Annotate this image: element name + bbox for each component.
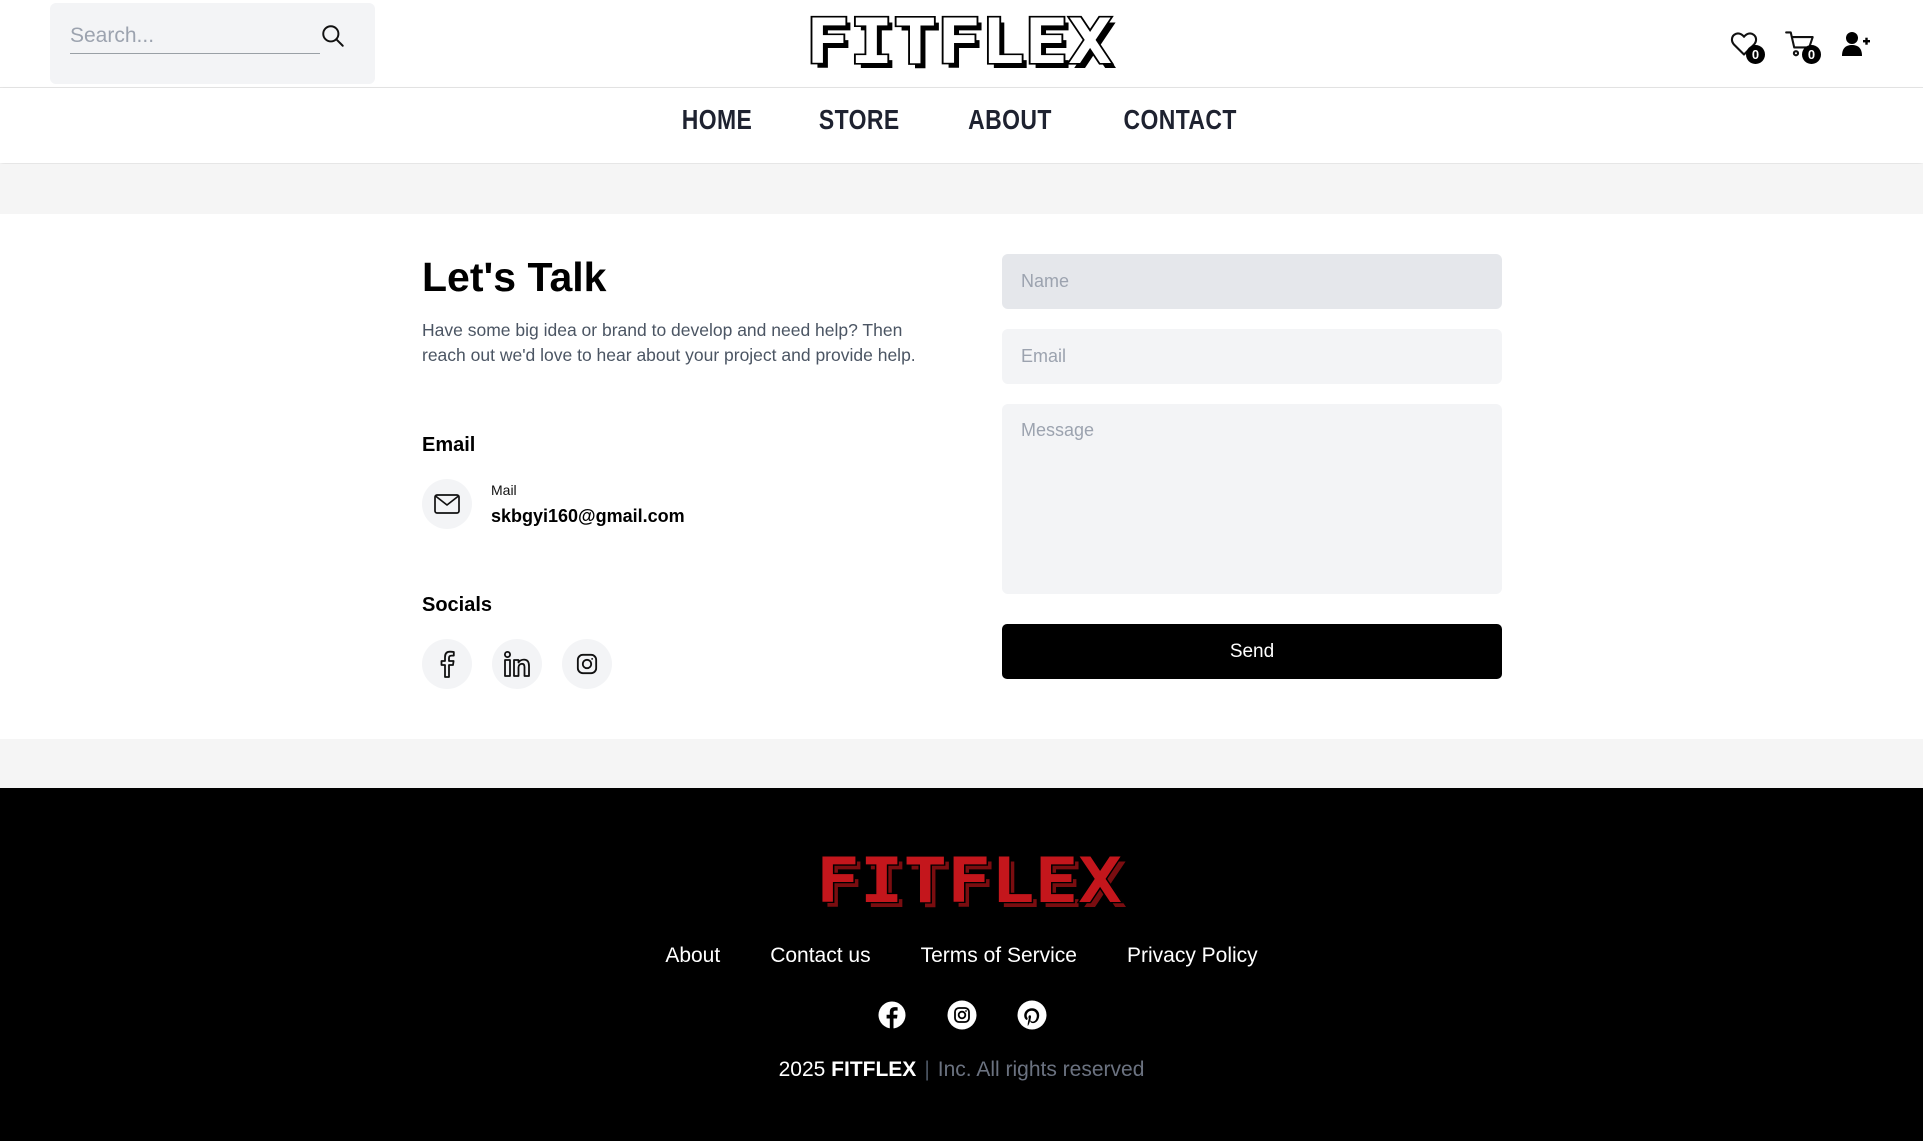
footer-link-privacy[interactable]: Privacy Policy bbox=[1127, 944, 1258, 968]
nav-item-store[interactable]: STORE bbox=[819, 104, 900, 136]
mail-icon-wrap bbox=[422, 479, 472, 529]
footer-links: About Contact us Terms of Service Privac… bbox=[0, 944, 1923, 968]
send-button[interactable]: Send bbox=[1002, 624, 1502, 679]
brand-logo[interactable]: FITFLEX FITFLEX bbox=[798, 14, 1122, 74]
footer-link-contact[interactable]: Contact us bbox=[770, 944, 870, 968]
pinterest-icon bbox=[1017, 1000, 1046, 1030]
email-section-title: Email bbox=[422, 434, 476, 456]
copyright-divider: | bbox=[924, 1058, 930, 1081]
footer-logo-text: FITFLEX bbox=[816, 853, 1122, 913]
facebook-link[interactable] bbox=[422, 639, 472, 689]
cart-count-badge: 0 bbox=[1802, 45, 1821, 64]
copyright-year: 2025 bbox=[778, 1058, 826, 1081]
cart-button[interactable]: 0 bbox=[1783, 27, 1821, 64]
instagram-icon bbox=[947, 1000, 976, 1030]
mail-address[interactable]: skbgyi160@gmail.com bbox=[491, 506, 685, 527]
search-icon bbox=[322, 25, 344, 47]
linkedin-icon bbox=[504, 651, 530, 677]
nav-item-about[interactable]: ABOUT bbox=[968, 104, 1052, 136]
footer-link-terms[interactable]: Terms of Service bbox=[921, 944, 1077, 968]
nav-item-home[interactable]: HOME bbox=[682, 104, 753, 136]
nav-links: HOME STORE ABOUT CONTACT bbox=[0, 104, 1923, 136]
top-spacer bbox=[0, 164, 1923, 214]
copyright-text: Inc. All rights reserved bbox=[937, 1058, 1145, 1081]
facebook-icon bbox=[440, 650, 455, 678]
instagram-link[interactable] bbox=[562, 639, 612, 689]
wishlist-count-badge: 0 bbox=[1746, 45, 1765, 64]
main-nav: HOME STORE ABOUT CONTACT bbox=[0, 88, 1923, 163]
search-button[interactable] bbox=[318, 21, 348, 51]
mail-icon bbox=[434, 494, 460, 514]
search-bar bbox=[50, 3, 375, 84]
header-actions: 0 0 bbox=[1727, 24, 1873, 64]
page-title: Let's Talk bbox=[422, 254, 607, 300]
site-footer: FITFLEX FITFLEX About Contact us Terms o… bbox=[0, 788, 1923, 1141]
search-input[interactable] bbox=[70, 19, 320, 54]
wishlist-button[interactable]: 0 bbox=[1727, 27, 1765, 64]
linkedin-link[interactable] bbox=[492, 639, 542, 689]
email-field[interactable] bbox=[1002, 329, 1502, 384]
mail-label: Mail bbox=[491, 482, 517, 498]
intro-text: Have some big idea or brand to develop a… bbox=[422, 320, 916, 365]
footer-instagram-link[interactable] bbox=[947, 1000, 977, 1030]
brand-logo-text: FITFLEX bbox=[806, 14, 1112, 74]
account-button[interactable] bbox=[1839, 27, 1873, 61]
copyright: 2025 FITFLEX | Inc. All rights reserved bbox=[0, 1058, 1923, 1082]
top-header: FITFLEX FITFLEX 0 0 bbox=[0, 0, 1923, 88]
name-field[interactable] bbox=[1002, 254, 1502, 309]
footer-logo[interactable]: FITFLEX FITFLEX bbox=[808, 853, 1132, 913]
message-field[interactable] bbox=[1002, 404, 1502, 594]
footer-pinterest-link[interactable] bbox=[1017, 1000, 1047, 1030]
bottom-spacer bbox=[0, 739, 1923, 788]
facebook-icon bbox=[878, 1001, 905, 1029]
user-plus-icon bbox=[1842, 32, 1870, 56]
copyright-brand: FITFLEX bbox=[831, 1058, 917, 1081]
footer-facebook-link[interactable] bbox=[877, 1000, 907, 1030]
contact-section: Let's Talk Have some big idea or brand t… bbox=[0, 214, 1923, 739]
nav-item-contact[interactable]: CONTACT bbox=[1123, 104, 1236, 136]
footer-link-about[interactable]: About bbox=[665, 944, 720, 968]
socials-section-title: Socials bbox=[422, 594, 493, 616]
footer-social-links bbox=[0, 1000, 1923, 1030]
instagram-icon bbox=[576, 653, 598, 675]
